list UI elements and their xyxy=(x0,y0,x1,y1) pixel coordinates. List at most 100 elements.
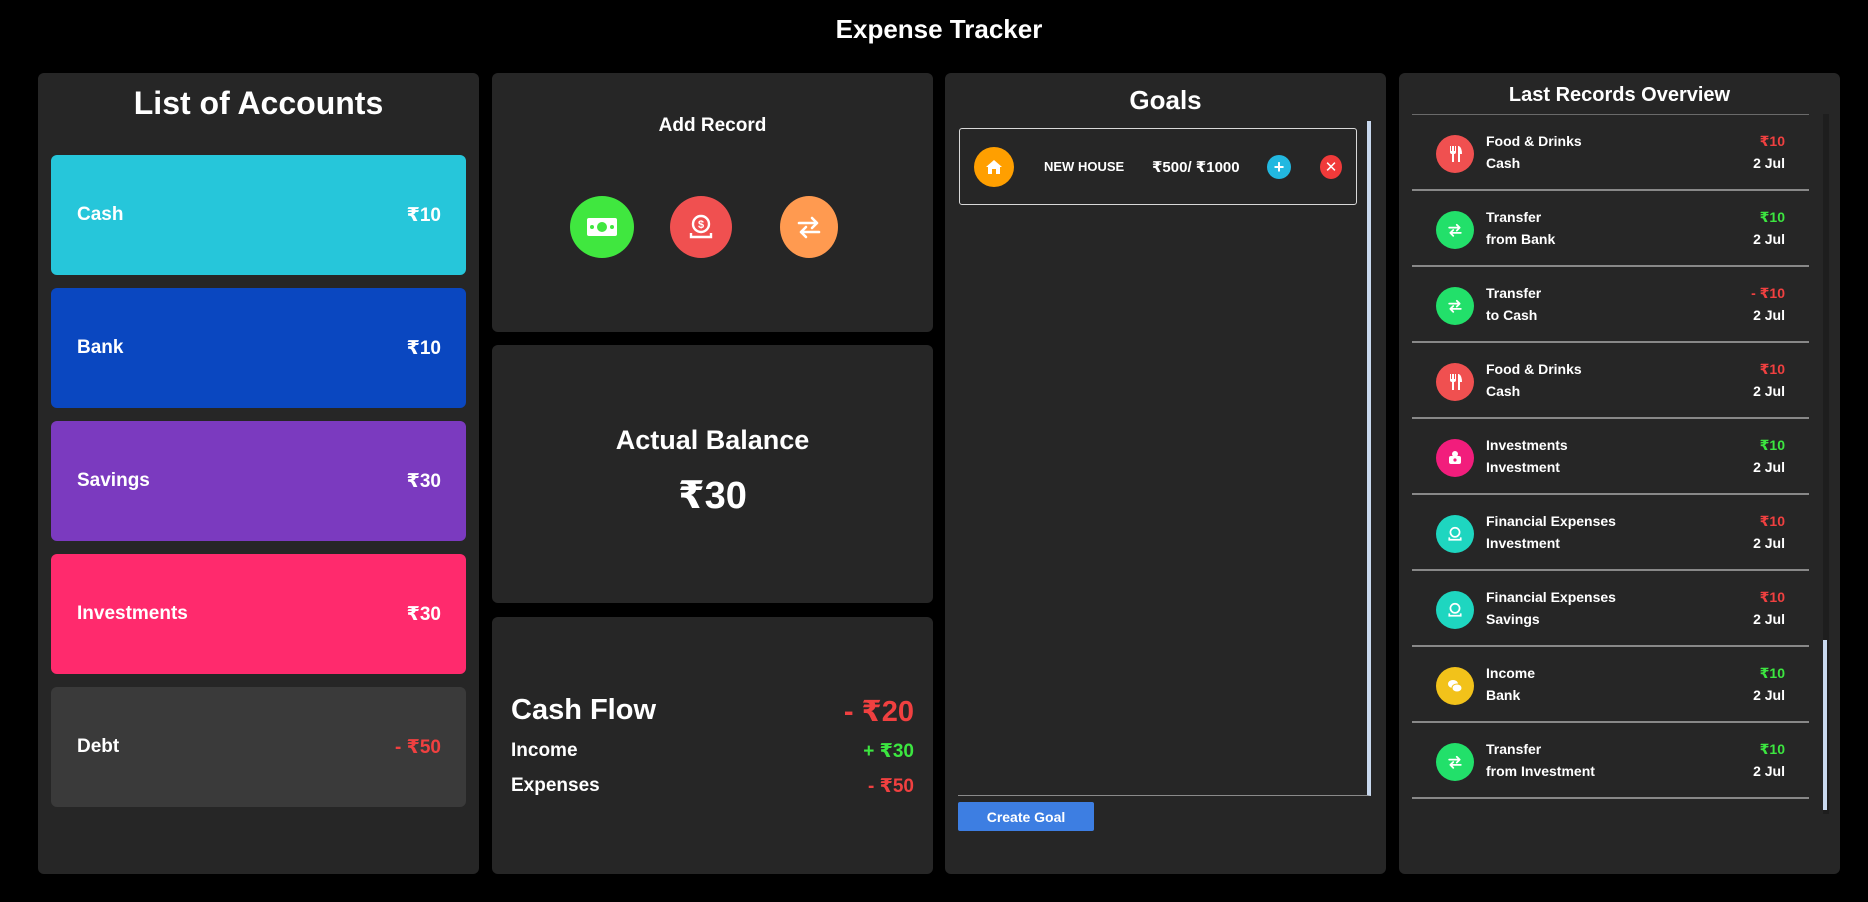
goal-card[interactable]: NEW HOUSE ₹500/ ₹1000 + ✕ xyxy=(959,128,1357,205)
goals-list[interactable]: NEW HOUSE ₹500/ ₹1000 + ✕ xyxy=(958,121,1371,796)
record-row[interactable]: Transfer from Investment ₹10 2 Jul xyxy=(1412,723,1809,799)
coins-icon xyxy=(1448,680,1463,693)
records-scrollbar-thumb[interactable] xyxy=(1823,640,1827,810)
account-card-cash[interactable]: Cash ₹10 xyxy=(51,155,466,275)
balance-label: Actual Balance xyxy=(615,425,810,455)
record-category: Transfer xyxy=(1486,209,1542,225)
record-amount: ₹10 xyxy=(1759,133,1785,149)
record-amount: ₹10 xyxy=(1759,437,1785,453)
cash-flow-total: - ₹20 xyxy=(843,696,914,728)
create-goal-button[interactable]: Create Goal xyxy=(958,802,1094,831)
close-icon: ✕ xyxy=(1324,158,1338,176)
record-icon-badge xyxy=(1436,743,1474,781)
goal-add-button[interactable]: + xyxy=(1267,155,1291,179)
piggy-bank-icon xyxy=(1449,451,1461,464)
record-icon-badge xyxy=(1436,211,1474,249)
fork-knife-icon xyxy=(1450,146,1462,162)
record-category: Transfer xyxy=(1486,741,1542,757)
record-row[interactable]: Transfer to Cash - ₹10 2 Jul xyxy=(1412,267,1809,343)
record-category: Food & Drinks xyxy=(1486,133,1582,149)
goal-delete-button[interactable]: ✕ xyxy=(1320,155,1342,179)
record-icon-badge xyxy=(1436,515,1474,553)
record-date: 2 Jul xyxy=(1753,535,1785,551)
record-category: Food & Drinks xyxy=(1486,361,1582,377)
record-row[interactable]: Food & Drinks Cash ₹10 2 Jul xyxy=(1412,343,1809,419)
record-account: Investment xyxy=(1486,535,1560,551)
fork-knife-icon xyxy=(1450,374,1462,390)
record-icon-badge xyxy=(1436,667,1474,705)
record-row[interactable]: Transfer from Bank ₹10 2 Jul xyxy=(1412,191,1809,267)
money-bag-icon: $ xyxy=(689,214,713,239)
goal-progress: ₹500/ ₹1000 xyxy=(1152,159,1240,176)
record-date: 2 Jul xyxy=(1753,459,1785,475)
goals-title: Goals xyxy=(1129,85,1202,115)
record-account: to Cash xyxy=(1486,307,1538,323)
account-amount: ₹30 xyxy=(406,603,441,625)
record-account: Cash xyxy=(1486,383,1521,399)
plus-icon: + xyxy=(1273,157,1285,177)
transfer-icon xyxy=(1448,299,1462,313)
record-date: 2 Jul xyxy=(1753,155,1785,171)
records-title: Last Records Overview xyxy=(1508,84,1731,106)
account-amount: ₹10 xyxy=(406,337,441,359)
account-card-investments[interactable]: Investments ₹30 xyxy=(51,554,466,674)
record-account: from Investment xyxy=(1486,763,1595,779)
account-name: Savings xyxy=(77,470,150,491)
money-bag-icon xyxy=(1448,526,1462,541)
record-amount: ₹10 xyxy=(1759,741,1785,757)
add-expense-button[interactable]: $ xyxy=(670,196,732,258)
add-income-button[interactable] xyxy=(570,196,634,258)
goals-panel: Goals NEW HOUSE ₹500/ ₹1000 + ✕ Create G… xyxy=(945,73,1386,874)
add-record-panel: Add Record $ xyxy=(492,73,933,332)
record-account: Bank xyxy=(1486,687,1521,703)
cash-flow-title: Cash Flow xyxy=(511,694,657,726)
account-card-bank[interactable]: Bank ₹10 xyxy=(51,288,466,408)
account-name: Bank xyxy=(77,337,124,358)
record-category: Financial Expenses xyxy=(1486,589,1616,605)
record-category: Income xyxy=(1486,665,1536,681)
cash-flow-panel: Cash Flow - ₹20 Income + ₹30 Expenses - … xyxy=(492,617,933,874)
record-category: Investments xyxy=(1486,437,1568,453)
record-category: Financial Expenses xyxy=(1486,513,1616,529)
records-scrollbar[interactable] xyxy=(1823,114,1829,814)
record-date: 2 Jul xyxy=(1753,307,1785,323)
record-row[interactable]: Financial Expenses Investment ₹10 2 Jul xyxy=(1412,495,1809,571)
record-amount: ₹10 xyxy=(1759,589,1785,605)
account-name: Investments xyxy=(77,603,188,624)
account-name: Cash xyxy=(77,204,124,225)
record-amount: ₹10 xyxy=(1759,513,1785,529)
record-amount: ₹10 xyxy=(1759,665,1785,681)
transfer-icon xyxy=(797,216,821,239)
record-amount: ₹10 xyxy=(1759,209,1785,225)
record-amount: ₹10 xyxy=(1759,361,1785,377)
record-date: 2 Jul xyxy=(1753,763,1785,779)
record-date: 2 Jul xyxy=(1753,611,1785,627)
record-row[interactable]: Food & Drinks Cash ₹10 2 Jul xyxy=(1412,115,1809,191)
records-panel: Last Records Overview Food & Drinks Cash… xyxy=(1399,73,1840,874)
record-row[interactable]: Financial Expenses Savings ₹10 2 Jul xyxy=(1412,571,1809,647)
svg-text:$: $ xyxy=(698,219,704,231)
account-card-debt[interactable]: Debt - ₹50 xyxy=(51,687,466,807)
home-icon xyxy=(986,160,1002,174)
record-icon-badge xyxy=(1436,439,1474,477)
record-category: Transfer xyxy=(1486,285,1542,301)
cash-icon xyxy=(587,218,617,236)
accounts-panel: List of Accounts Cash ₹10 Bank ₹10 Savin… xyxy=(38,73,479,874)
account-amount: - ₹50 xyxy=(395,736,441,758)
record-date: 2 Jul xyxy=(1753,231,1785,247)
transfer-icon xyxy=(1448,755,1462,769)
app-title: Expense Tracker xyxy=(835,14,1043,44)
account-card-savings[interactable]: Savings ₹30 xyxy=(51,421,466,541)
record-row[interactable]: Investments Investment ₹10 2 Jul xyxy=(1412,419,1809,495)
add-transfer-button[interactable] xyxy=(780,196,838,258)
record-icon-badge xyxy=(1436,591,1474,629)
balance-amount: ₹30 xyxy=(678,475,747,517)
income-amount: + ₹30 xyxy=(863,741,914,762)
record-row[interactable]: Income Bank ₹10 2 Jul xyxy=(1412,647,1809,723)
accounts-title: List of Accounts xyxy=(133,85,384,121)
records-list[interactable]: Food & Drinks Cash ₹10 2 Jul Transfer fr… xyxy=(1412,114,1829,814)
expenses-amount: - ₹50 xyxy=(868,776,914,797)
account-amount: ₹30 xyxy=(406,470,441,492)
goal-icon-badge xyxy=(974,147,1014,187)
record-account: Cash xyxy=(1486,155,1521,171)
